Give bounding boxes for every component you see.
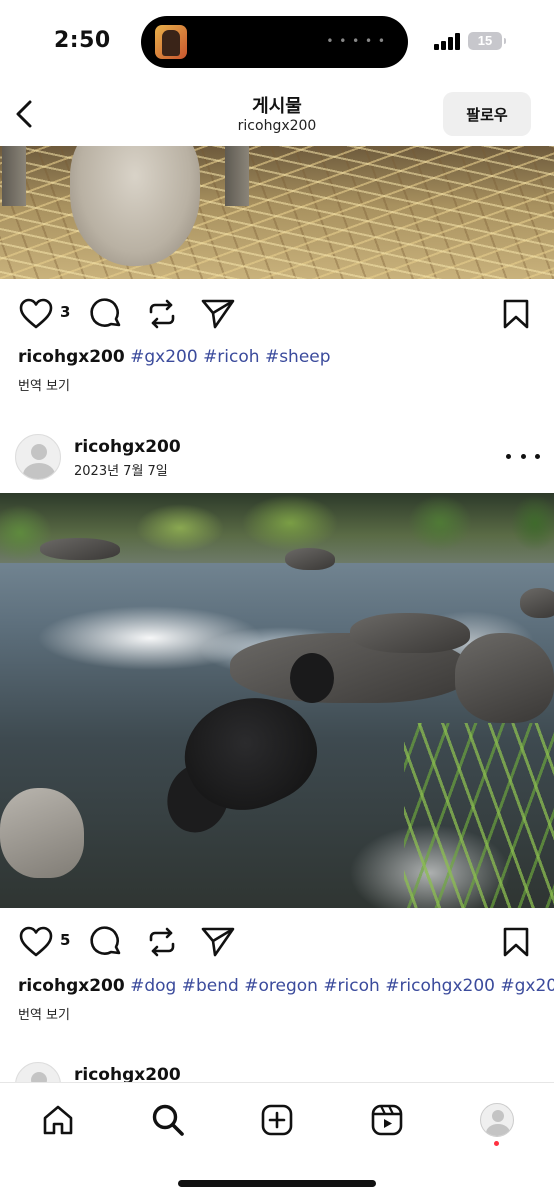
post-1-actions: 3 [0, 292, 554, 336]
rock [350, 613, 470, 653]
more-options-icon[interactable] [506, 444, 540, 468]
sheep-head [70, 146, 200, 266]
hashtag[interactable]: #ricohgx200 [385, 976, 495, 996]
like-count[interactable]: 3 [60, 303, 70, 321]
sheep-leg [2, 146, 26, 206]
paper-plane-icon [201, 927, 235, 957]
avatar[interactable] [15, 434, 61, 480]
post-2-header: ricohgx200 2023년 7월 7일 [0, 430, 554, 490]
hashtag[interactable]: #ricoh [203, 347, 259, 367]
nav-create[interactable] [254, 1097, 300, 1143]
caption-username[interactable]: ricohgx200 [18, 976, 125, 996]
dog-head [290, 653, 334, 703]
dynamic-island[interactable]: • • • • • [141, 16, 408, 68]
hashtag[interactable]: #gx200 [130, 347, 198, 367]
reels-icon [371, 1104, 403, 1136]
create-icon [261, 1104, 293, 1136]
profile-avatar [480, 1103, 514, 1137]
repost-button[interactable] [144, 296, 180, 332]
comment-button[interactable] [88, 296, 124, 332]
like-count[interactable]: 5 [60, 931, 70, 949]
status-bar: 2:50 • • • • • 15 [0, 0, 554, 82]
share-button[interactable] [200, 924, 236, 960]
hashtag[interactable]: #ricoh [323, 976, 379, 996]
rock [455, 633, 554, 723]
hashtag[interactable]: #oregon [244, 976, 318, 996]
top-header: 게시물 ricohgx200 팔로우 [0, 82, 554, 146]
hashtag[interactable]: #sheep [265, 347, 331, 367]
status-time: 2:50 [54, 28, 111, 53]
post-username[interactable]: ricohgx200 [74, 437, 181, 457]
comment-bubble-icon [90, 926, 121, 955]
caption-username[interactable]: ricohgx200 [18, 347, 125, 367]
rock [520, 588, 554, 618]
grass [404, 723, 554, 908]
post-2-caption: ricohgx200 #dog #bend #oregon #ricoh #ri… [18, 975, 554, 997]
cellular-signal-icon [434, 32, 460, 50]
see-translation-link[interactable]: 번역 보기 [18, 1004, 70, 1023]
comment-bubble-icon [90, 298, 121, 327]
audio-wave-icon: • • • • • [326, 34, 386, 48]
like-button[interactable] [18, 924, 54, 960]
nav-search[interactable] [145, 1097, 191, 1143]
like-button[interactable] [18, 296, 54, 332]
heart-icon [19, 926, 53, 957]
nav-home[interactable] [35, 1097, 81, 1143]
rock [285, 548, 335, 570]
post-1-photo-sheep[interactable] [0, 146, 554, 279]
post-date: 2023년 7월 7일 [74, 464, 168, 479]
post-2-actions: 5 [0, 920, 554, 964]
notification-dot [494, 1141, 499, 1146]
now-playing-thumbnail [155, 25, 187, 59]
save-button[interactable] [498, 296, 534, 332]
paper-plane-icon [201, 299, 235, 329]
share-button[interactable] [200, 296, 236, 332]
heart-icon [19, 298, 53, 329]
post-1-caption: ricohgx200 #gx200 #ricoh #sheep [18, 346, 538, 368]
bookmark-icon [503, 299, 529, 329]
see-translation-link[interactable]: 번역 보기 [18, 375, 70, 394]
comment-button[interactable] [88, 924, 124, 960]
search-icon [152, 1104, 184, 1136]
repost-icon [149, 299, 175, 329]
hashtag[interactable]: #bend [182, 976, 239, 996]
rock [40, 538, 120, 560]
nav-profile[interactable] [474, 1097, 520, 1143]
nav-reels[interactable] [364, 1097, 410, 1143]
hashtag[interactable]: #dog [130, 976, 176, 996]
hashtag[interactable]: #gx200 [500, 976, 554, 996]
bookmark-icon [503, 927, 529, 957]
follow-button[interactable]: 팔로우 [443, 92, 531, 136]
battery-icon: 15 [468, 32, 506, 50]
rock [0, 788, 84, 878]
home-indicator[interactable] [178, 1180, 376, 1187]
save-button[interactable] [498, 924, 534, 960]
home-icon [43, 1105, 73, 1135]
repost-button[interactable] [144, 924, 180, 960]
post-2-photo-dog-river[interactable] [0, 493, 554, 908]
sheep-leg [225, 146, 249, 206]
repost-icon [149, 927, 175, 957]
